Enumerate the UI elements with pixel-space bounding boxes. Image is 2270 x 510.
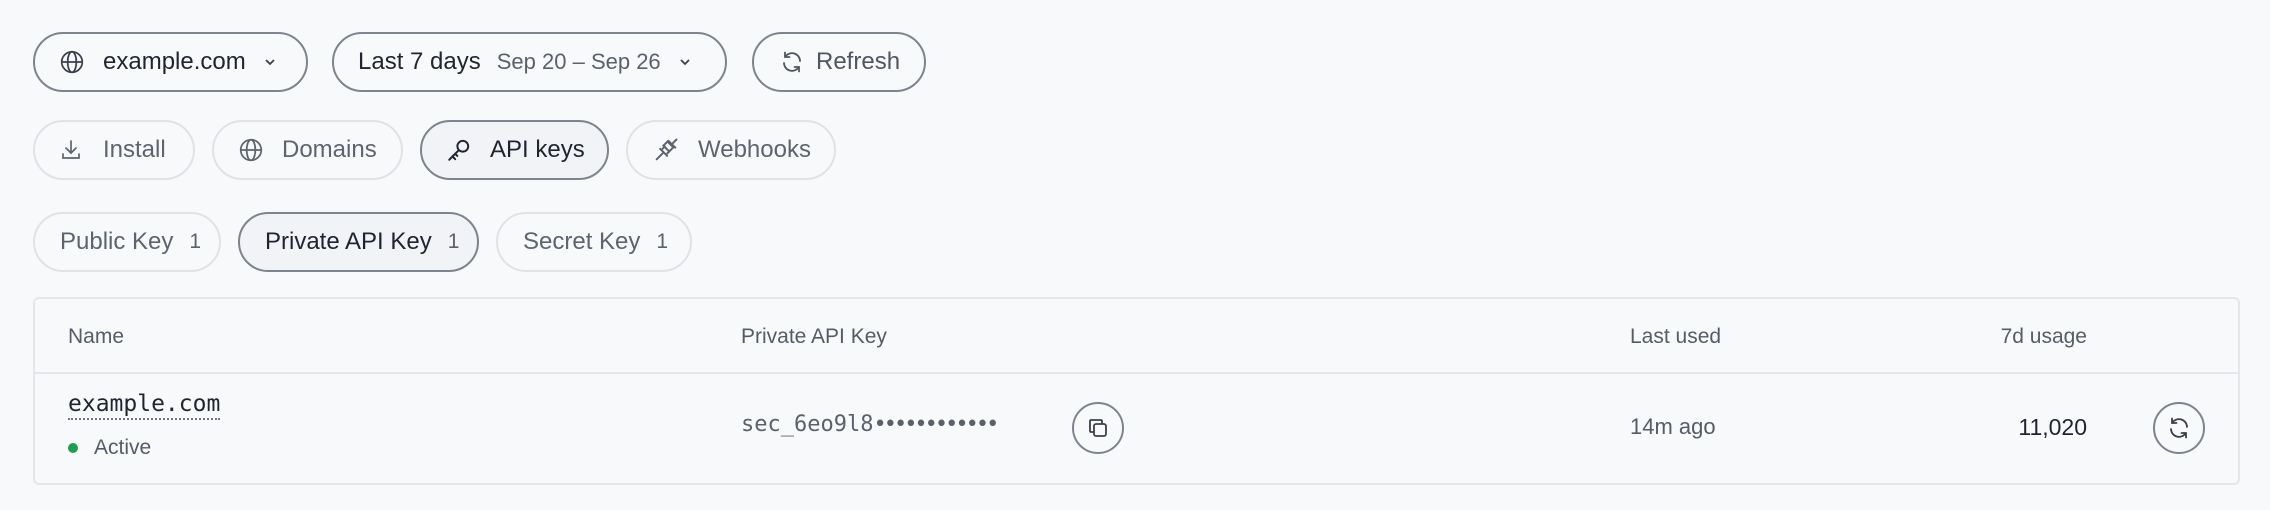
table-row: example.com Active sec_6eo9l8 ••••••••••… xyxy=(35,374,2238,485)
key-type-private-count: 1 xyxy=(447,230,460,253)
tab-domains-label: Domains xyxy=(282,136,377,163)
key-type-secret[interactable]: Secret Key 1 xyxy=(496,212,692,272)
api-keys-table: Name Private API Key Last used 7d usage … xyxy=(33,297,2240,485)
table-header: Name Private API Key Last used 7d usage xyxy=(35,299,2238,374)
date-range-sublabel: Sep 20 – Sep 26 xyxy=(496,49,661,74)
plug-icon xyxy=(652,136,680,164)
key-type-secret-count: 1 xyxy=(656,230,669,253)
tab-api-keys-label: API keys xyxy=(490,136,585,163)
column-header-key: Private API Key xyxy=(741,325,887,348)
key-type-private[interactable]: Private API Key 1 xyxy=(238,212,479,272)
domain-selector[interactable]: example.com xyxy=(33,32,308,92)
globe-icon xyxy=(238,137,264,163)
chevron-down-icon xyxy=(677,54,693,70)
refresh-icon xyxy=(780,50,804,74)
usage-count: 11,020 xyxy=(2018,414,2087,440)
date-range-label: Last 7 days xyxy=(358,48,481,75)
chevron-down-icon xyxy=(262,54,278,70)
date-range-selector[interactable]: Last 7 days Sep 20 – Sep 26 xyxy=(332,32,727,92)
tab-webhooks[interactable]: Webhooks xyxy=(626,120,836,180)
column-header-name: Name xyxy=(68,325,125,348)
domain-selector-label: example.com xyxy=(103,48,246,75)
tab-webhooks-label: Webhooks xyxy=(698,136,811,163)
key-type-private-label: Private API Key xyxy=(265,228,432,255)
tab-domains[interactable]: Domains xyxy=(212,120,403,180)
status-label: Active xyxy=(94,436,152,459)
download-icon xyxy=(59,138,83,162)
column-header-last-used: Last used xyxy=(1630,325,1722,348)
last-used: 14m ago xyxy=(1630,414,1716,439)
key-prefix: sec_6eo9l8 xyxy=(741,412,874,437)
tab-api-keys[interactable]: API keys xyxy=(420,120,609,180)
refresh-button[interactable]: Refresh xyxy=(752,32,926,92)
tab-install-label: Install xyxy=(103,136,166,163)
status-badge: Active xyxy=(68,436,151,460)
refresh-icon xyxy=(2167,416,2191,440)
key-type-public[interactable]: Public Key 1 xyxy=(33,212,221,272)
tab-install[interactable]: Install xyxy=(33,120,195,180)
key-type-secret-label: Secret Key xyxy=(523,228,641,255)
copy-icon xyxy=(1086,416,1110,440)
key-name[interactable]: example.com xyxy=(68,391,221,420)
masked-key: sec_6eo9l8 •••••••••••• xyxy=(741,412,999,437)
copy-key-button[interactable] xyxy=(1072,402,1124,454)
key-mask: •••••••••••• xyxy=(873,412,999,437)
key-type-public-label: Public Key xyxy=(60,228,174,255)
status-dot xyxy=(68,443,78,453)
column-header-usage: 7d usage xyxy=(2000,325,2087,348)
key-icon xyxy=(446,137,472,163)
rotate-key-button[interactable] xyxy=(2153,402,2205,454)
key-type-public-count: 1 xyxy=(189,230,202,253)
refresh-label: Refresh xyxy=(816,48,901,75)
globe-icon xyxy=(59,49,85,75)
